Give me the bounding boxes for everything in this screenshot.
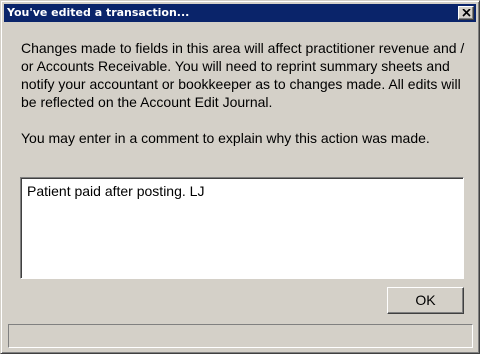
title-bar[interactable]: You've edited a transaction... — [4, 4, 476, 22]
ok-button[interactable]: OK — [387, 287, 464, 314]
window-title: You've edited a transaction... — [7, 6, 190, 19]
comment-prompt: You may enter in a comment to explain wh… — [21, 130, 430, 146]
status-bar — [8, 324, 473, 348]
warning-paragraph: Changes made to fields in this area will… — [21, 40, 465, 110]
message-text: Changes made to fields in this area will… — [21, 39, 477, 147]
close-icon — [462, 9, 471, 17]
close-button[interactable] — [458, 6, 474, 20]
edit-transaction-dialog: You've edited a transaction... Changes m… — [0, 0, 480, 354]
comment-textarea[interactable]: Patient paid after posting. LJ — [20, 177, 464, 279]
